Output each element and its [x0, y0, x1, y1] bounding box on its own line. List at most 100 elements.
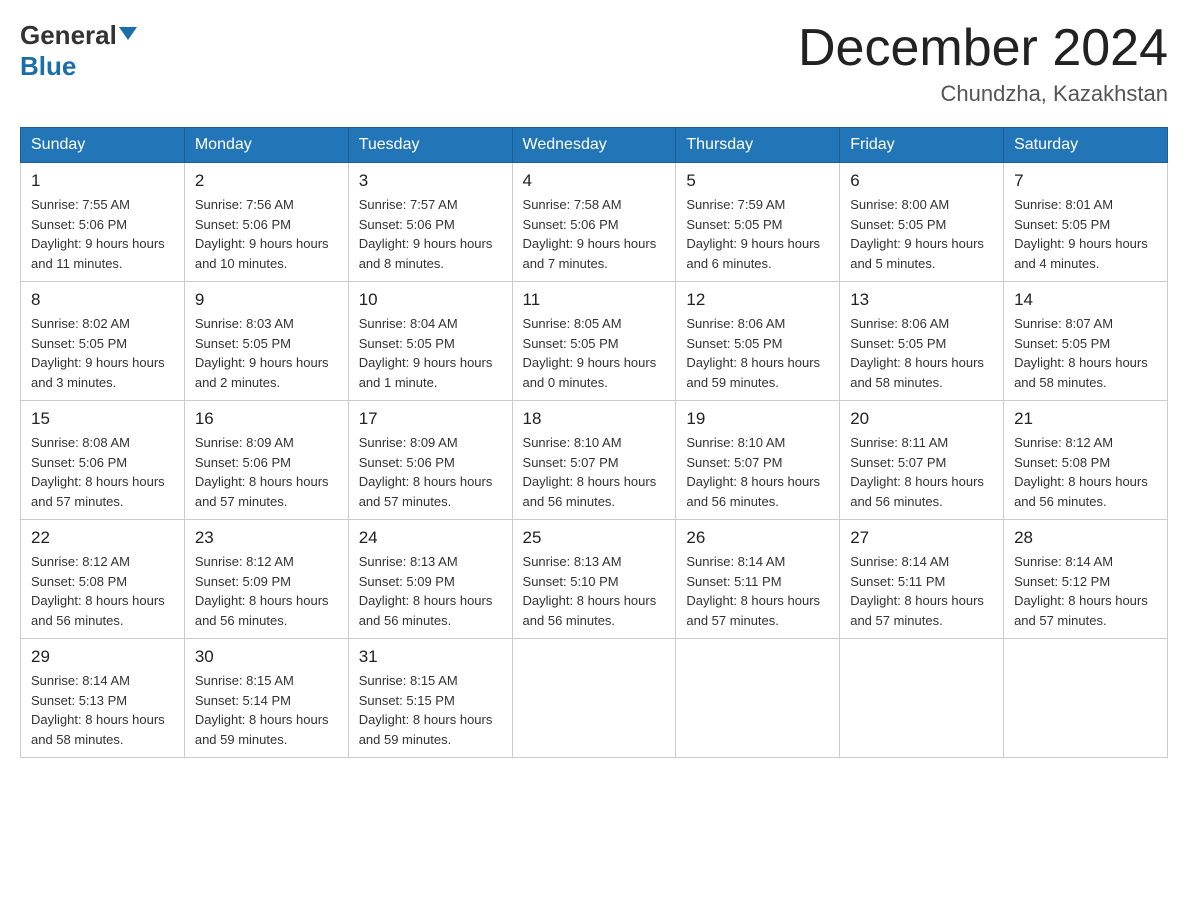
day-info: Sunrise: 7:57 AMSunset: 5:06 PMDaylight:…	[359, 195, 502, 273]
day-number: 23	[195, 528, 338, 548]
calendar-header-thursday: Thursday	[676, 128, 840, 163]
day-number: 20	[850, 409, 993, 429]
calendar-day-cell: 30 Sunrise: 8:15 AMSunset: 5:14 PMDayligh…	[184, 639, 348, 758]
day-info: Sunrise: 8:12 AMSunset: 5:08 PMDaylight:…	[31, 552, 174, 630]
day-number: 11	[523, 290, 666, 310]
calendar-week-row: 22 Sunrise: 8:12 AMSunset: 5:08 PMDayligh…	[21, 520, 1168, 639]
calendar-day-cell: 20Sunrise: 8:11 AMSunset: 5:07 PMDayligh…	[840, 401, 1004, 520]
day-number: 15	[31, 409, 174, 429]
day-info: Sunrise: 8:15 AMSunset: 5:14 PMDaylight:…	[195, 671, 338, 749]
calendar-day-cell: 17Sunrise: 8:09 AMSunset: 5:06 PMDayligh…	[348, 401, 512, 520]
logo-general-text: General	[20, 20, 137, 51]
day-info: Sunrise: 7:58 AMSunset: 5:06 PMDaylight:…	[523, 195, 666, 273]
calendar-header-saturday: Saturday	[1004, 128, 1168, 163]
calendar-day-cell: 15Sunrise: 8:08 AMSunset: 5:06 PMDayligh…	[21, 401, 185, 520]
calendar-day-cell: 13Sunrise: 8:06 AMSunset: 5:05 PMDayligh…	[840, 282, 1004, 401]
day-info: Sunrise: 8:13 AMSunset: 5:09 PMDaylight:…	[359, 552, 502, 630]
day-number: 19	[686, 409, 829, 429]
day-info: Sunrise: 8:09 AMSunset: 5:06 PMDaylight:…	[195, 433, 338, 511]
day-info: Sunrise: 8:10 AMSunset: 5:07 PMDaylight:…	[523, 433, 666, 511]
calendar-day-cell: 24 Sunrise: 8:13 AMSunset: 5:09 PMDayligh…	[348, 520, 512, 639]
day-number: 25	[523, 528, 666, 548]
day-number: 1	[31, 171, 174, 191]
day-number: 27	[850, 528, 993, 548]
calendar-day-cell: 9 Sunrise: 8:03 AMSunset: 5:05 PMDaylight…	[184, 282, 348, 401]
calendar-day-cell: 26 Sunrise: 8:14 AMSunset: 5:11 PMDayligh…	[676, 520, 840, 639]
day-info: Sunrise: 8:05 AMSunset: 5:05 PMDaylight:…	[523, 314, 666, 392]
day-number: 26	[686, 528, 829, 548]
day-info: Sunrise: 8:06 AMSunset: 5:05 PMDaylight:…	[686, 314, 829, 392]
day-number: 17	[359, 409, 502, 429]
day-number: 16	[195, 409, 338, 429]
calendar-day-cell	[512, 639, 676, 758]
day-info: Sunrise: 8:10 AMSunset: 5:07 PMDaylight:…	[686, 433, 829, 511]
calendar-day-cell: 14 Sunrise: 8:07 AMSunset: 5:05 PMDayligh…	[1004, 282, 1168, 401]
calendar-day-cell: 6 Sunrise: 8:00 AMSunset: 5:05 PMDaylight…	[840, 163, 1004, 282]
calendar-day-cell: 2 Sunrise: 7:56 AMSunset: 5:06 PMDaylight…	[184, 163, 348, 282]
calendar-header-friday: Friday	[840, 128, 1004, 163]
calendar-day-cell: 28Sunrise: 8:14 AMSunset: 5:12 PMDayligh…	[1004, 520, 1168, 639]
calendar-header-monday: Monday	[184, 128, 348, 163]
day-number: 21	[1014, 409, 1157, 429]
day-number: 3	[359, 171, 502, 191]
calendar-table: SundayMondayTuesdayWednesdayThursdayFrid…	[20, 127, 1168, 758]
day-number: 22	[31, 528, 174, 548]
day-number: 10	[359, 290, 502, 310]
calendar-day-cell: 23 Sunrise: 8:12 AMSunset: 5:09 PMDayligh…	[184, 520, 348, 639]
day-info: Sunrise: 8:14 AMSunset: 5:12 PMDaylight:…	[1014, 552, 1157, 630]
day-number: 9	[195, 290, 338, 310]
day-number: 13	[850, 290, 993, 310]
day-info: Sunrise: 8:01 AMSunset: 5:05 PMDaylight:…	[1014, 195, 1157, 273]
day-number: 14	[1014, 290, 1157, 310]
day-number: 24	[359, 528, 502, 548]
day-info: Sunrise: 8:04 AMSunset: 5:05 PMDaylight:…	[359, 314, 502, 392]
logo-arrow-icon	[119, 27, 137, 40]
day-info: Sunrise: 8:00 AMSunset: 5:05 PMDaylight:…	[850, 195, 993, 273]
calendar-day-cell: 11 Sunrise: 8:05 AMSunset: 5:05 PMDayligh…	[512, 282, 676, 401]
day-info: Sunrise: 8:07 AMSunset: 5:05 PMDaylight:…	[1014, 314, 1157, 392]
location-title: Chundzha, Kazakhstan	[798, 81, 1168, 107]
day-info: Sunrise: 7:56 AMSunset: 5:06 PMDaylight:…	[195, 195, 338, 273]
day-number: 31	[359, 647, 502, 667]
calendar-day-cell	[840, 639, 1004, 758]
day-info: Sunrise: 8:14 AMSunset: 5:11 PMDaylight:…	[850, 552, 993, 630]
day-info: Sunrise: 7:55 AMSunset: 5:06 PMDaylight:…	[31, 195, 174, 273]
calendar-week-row: 1 Sunrise: 7:55 AMSunset: 5:06 PMDaylight…	[21, 163, 1168, 282]
day-number: 12	[686, 290, 829, 310]
day-info: Sunrise: 8:03 AMSunset: 5:05 PMDaylight:…	[195, 314, 338, 392]
day-info: Sunrise: 8:14 AMSunset: 5:11 PMDaylight:…	[686, 552, 829, 630]
calendar-header-sunday: Sunday	[21, 128, 185, 163]
logo-blue-label: Blue	[20, 51, 76, 82]
calendar-day-cell: 4 Sunrise: 7:58 AMSunset: 5:06 PMDaylight…	[512, 163, 676, 282]
calendar-day-cell: 3 Sunrise: 7:57 AMSunset: 5:06 PMDaylight…	[348, 163, 512, 282]
day-info: Sunrise: 8:12 AMSunset: 5:09 PMDaylight:…	[195, 552, 338, 630]
calendar-header-row: SundayMondayTuesdayWednesdayThursdayFrid…	[21, 128, 1168, 163]
day-info: Sunrise: 8:14 AMSunset: 5:13 PMDaylight:…	[31, 671, 174, 749]
day-number: 4	[523, 171, 666, 191]
page-header: General Blue December 2024 Chundzha, Kaz…	[20, 20, 1168, 107]
calendar-week-row: 29 Sunrise: 8:14 AMSunset: 5:13 PMDayligh…	[21, 639, 1168, 758]
calendar-week-row: 15Sunrise: 8:08 AMSunset: 5:06 PMDayligh…	[21, 401, 1168, 520]
day-number: 30	[195, 647, 338, 667]
day-number: 7	[1014, 171, 1157, 191]
calendar-day-cell	[1004, 639, 1168, 758]
calendar-day-cell: 12 Sunrise: 8:06 AMSunset: 5:05 PMDayligh…	[676, 282, 840, 401]
day-number: 29	[31, 647, 174, 667]
day-number: 5	[686, 171, 829, 191]
calendar-day-cell: 5Sunrise: 7:59 AMSunset: 5:05 PMDaylight…	[676, 163, 840, 282]
day-number: 2	[195, 171, 338, 191]
calendar-day-cell	[676, 639, 840, 758]
day-number: 6	[850, 171, 993, 191]
calendar-day-cell: 29 Sunrise: 8:14 AMSunset: 5:13 PMDayligh…	[21, 639, 185, 758]
title-section: December 2024 Chundzha, Kazakhstan	[798, 20, 1168, 107]
calendar-header-wednesday: Wednesday	[512, 128, 676, 163]
calendar-day-cell: 25Sunrise: 8:13 AMSunset: 5:10 PMDayligh…	[512, 520, 676, 639]
calendar-day-cell: 18 Sunrise: 8:10 AMSunset: 5:07 PMDayligh…	[512, 401, 676, 520]
calendar-day-cell: 7 Sunrise: 8:01 AMSunset: 5:05 PMDaylight…	[1004, 163, 1168, 282]
calendar-day-cell: 8Sunrise: 8:02 AMSunset: 5:05 PMDaylight…	[21, 282, 185, 401]
calendar-day-cell: 19 Sunrise: 8:10 AMSunset: 5:07 PMDayligh…	[676, 401, 840, 520]
day-number: 18	[523, 409, 666, 429]
calendar-header-tuesday: Tuesday	[348, 128, 512, 163]
logo: General Blue	[20, 20, 137, 82]
day-info: Sunrise: 8:02 AMSunset: 5:05 PMDaylight:…	[31, 314, 174, 392]
